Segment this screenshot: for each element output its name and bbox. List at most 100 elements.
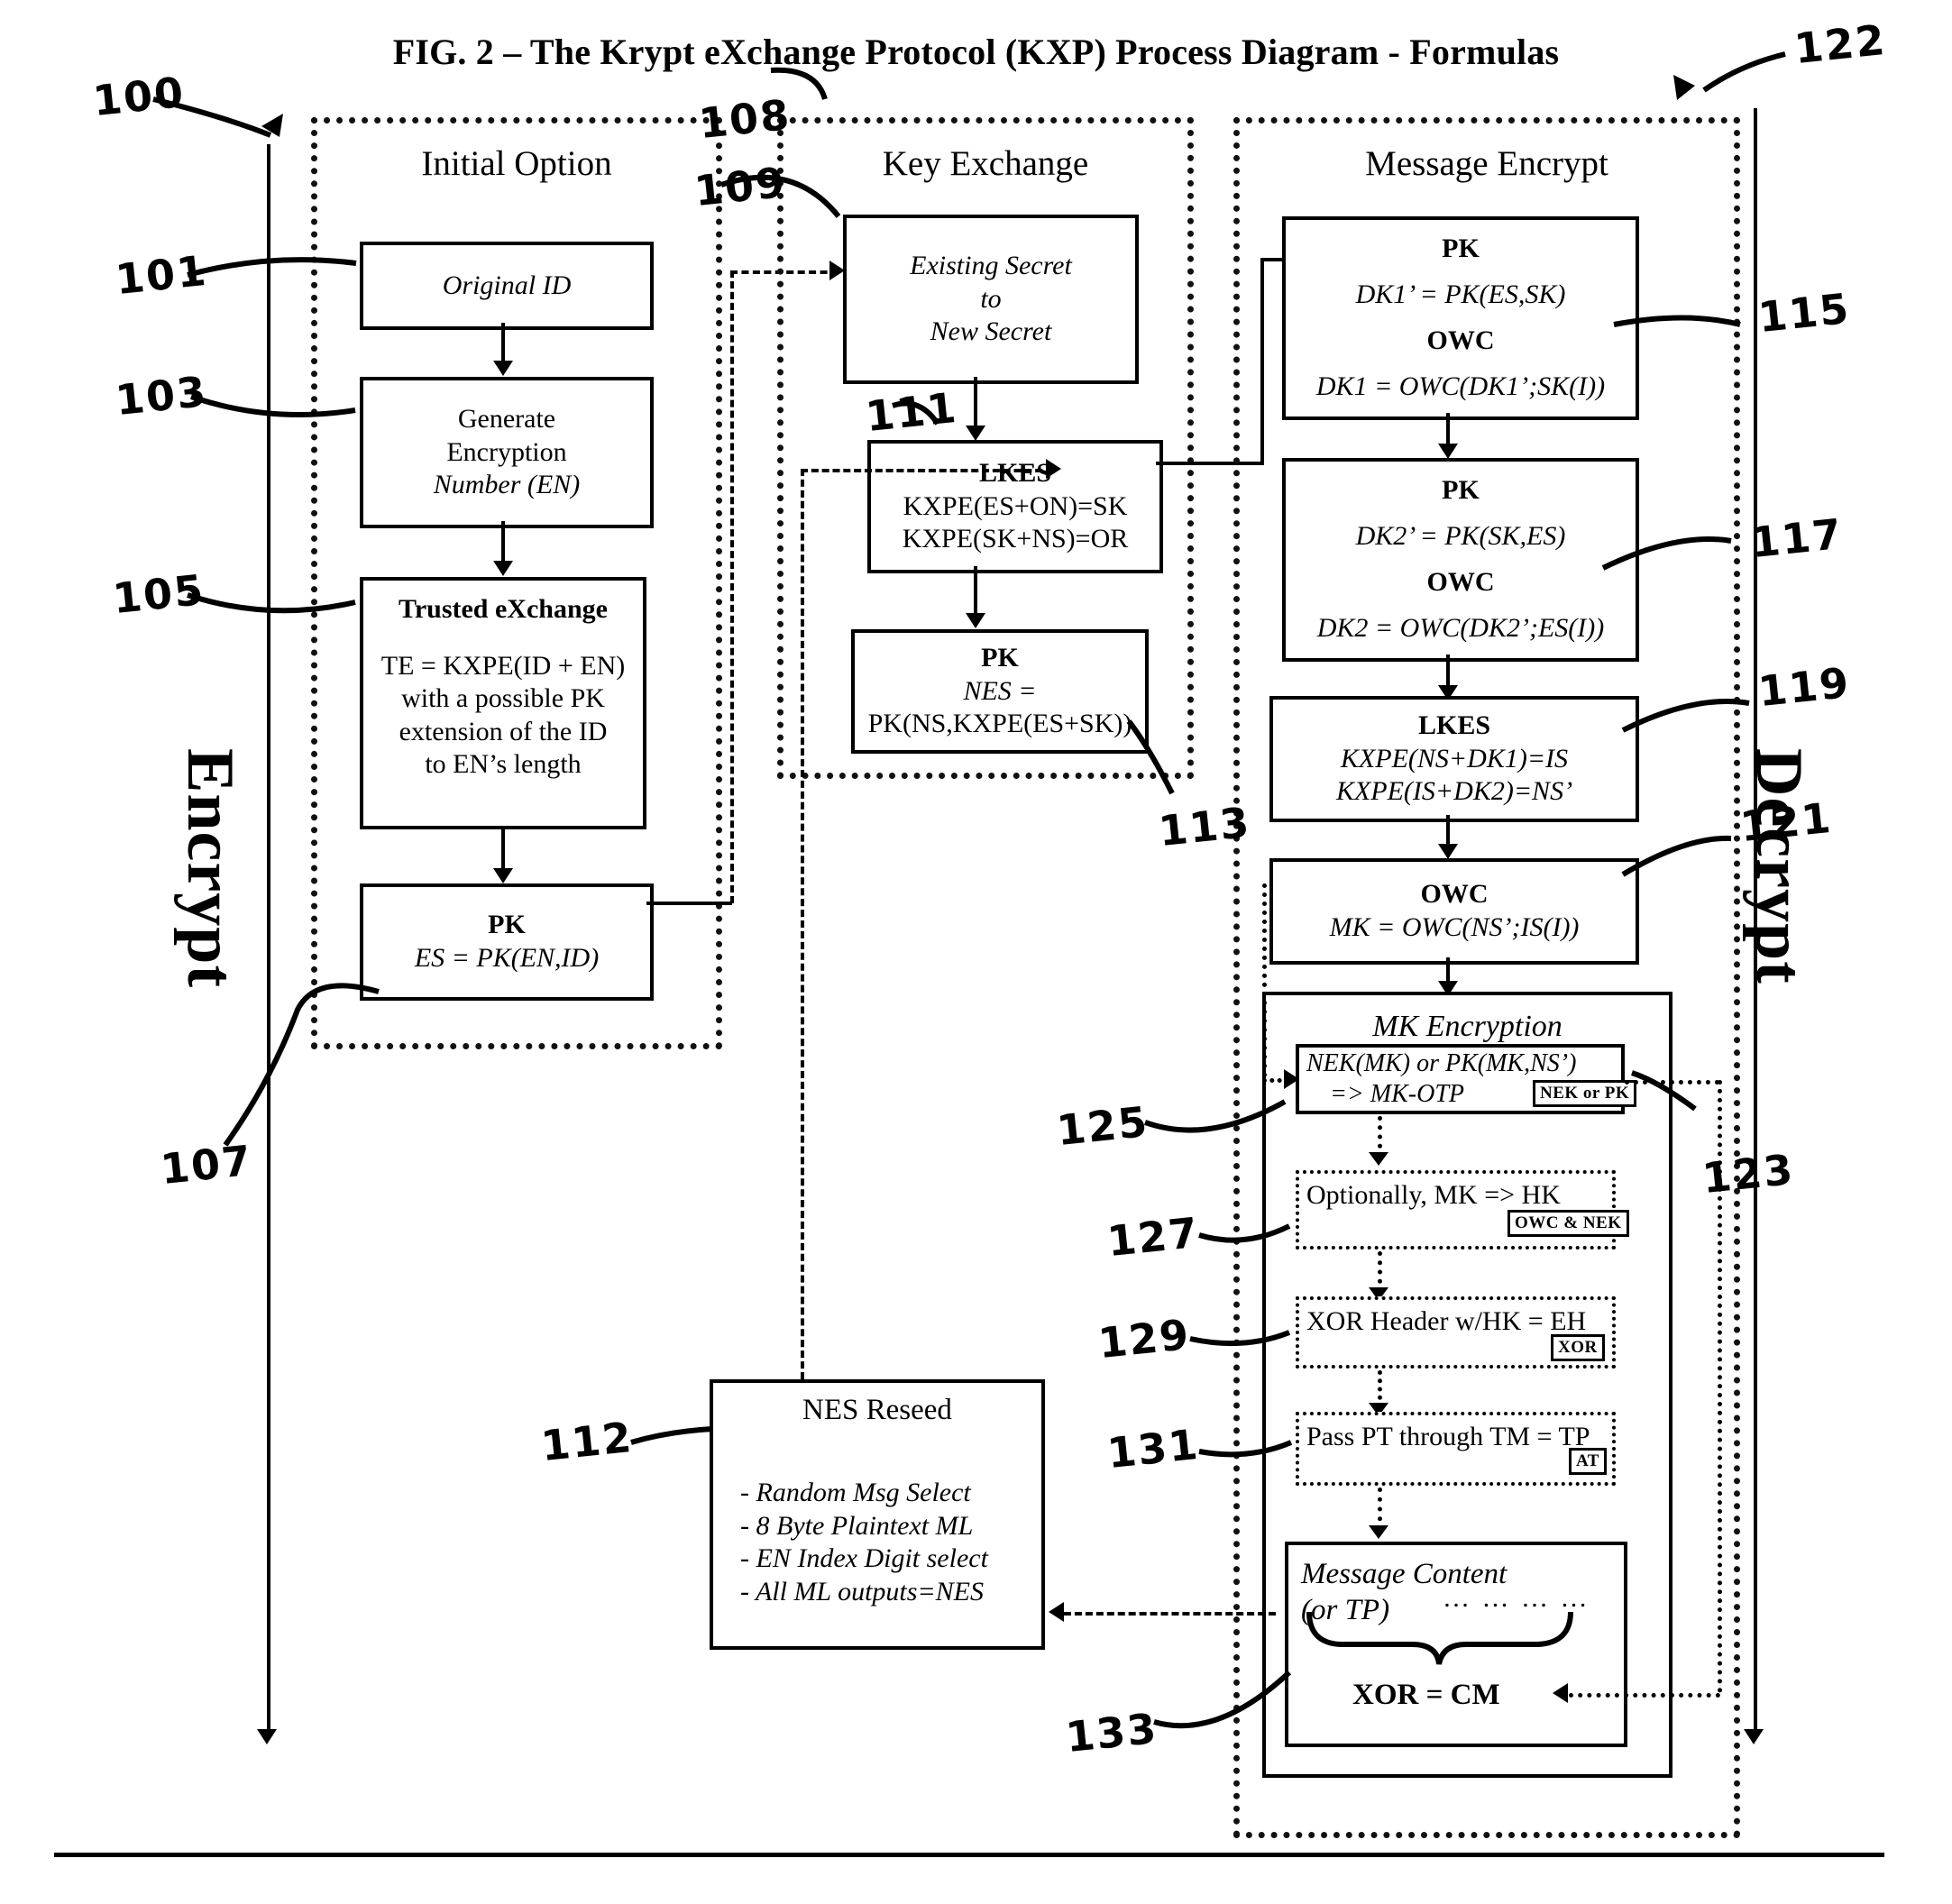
box-original-id-label: Original ID <box>442 270 572 300</box>
lkes-kx-title: LKES <box>978 458 1052 489</box>
xor-header-line1: XOR Header w/HK = EH <box>1306 1306 1587 1336</box>
message-content-line2: (or TP) <box>1301 1594 1390 1627</box>
box-pass-pt[interactable]: Pass PT through TM = TP <box>1296 1412 1616 1486</box>
ref-127: 127 <box>1104 1207 1202 1267</box>
ref-115: 115 <box>1755 283 1853 343</box>
box-pk-nes[interactable]: PK NES = PK(NS,KXPE(ES+SK)) <box>851 629 1149 754</box>
arrow-mkotp-to-mkhk <box>1369 1152 1388 1166</box>
trusted-exchange-line1: TE = KXPE(ID + EN) <box>380 650 626 681</box>
chip-at: AT <box>1569 1448 1607 1475</box>
arrow-nes-reseed-into-kx <box>1046 459 1061 479</box>
box-pk-owc-dk1[interactable]: PK DK1’ = PK(ES,SK) OWC DK1 = OWC(DK1’;S… <box>1282 216 1639 420</box>
pk-owc-1-formula2: DK1 = OWC(DK1’;SK(I)) <box>1315 371 1606 402</box>
existing-to-new-line2: to <box>980 283 1002 314</box>
mk-otp-line1: NEK(MK) or PK(MK,NS’) <box>1306 1048 1577 1077</box>
box-nes-reseed[interactable]: NES Reseed - Random Msg Select - 8 Byte … <box>710 1379 1045 1650</box>
decrypt-spine-line <box>1754 108 1757 1731</box>
ref-131: 131 <box>1104 1419 1202 1478</box>
ref-123: 123 <box>1700 1144 1797 1204</box>
dash-me-to-nesreseed <box>1064 1612 1276 1616</box>
pk-owc-1-formula1: DK1’ = PK(ES,SK) <box>1355 279 1566 310</box>
pk-owc-2-title1: PK <box>1442 475 1480 506</box>
box-message-content[interactable]: Message Content (or TP) <box>1285 1542 1627 1747</box>
message-content-dots: … … … … <box>1443 1583 1590 1613</box>
chip-nek-or-pk: NEK or PK <box>1533 1080 1637 1107</box>
generate-en-line2: Encryption <box>446 436 567 467</box>
ref-101: 101 <box>113 245 210 305</box>
box-pk-owc-dk2[interactable]: PK DK2’ = PK(SK,ES) OWC DK2 = OWC(DK2’;E… <box>1282 458 1639 662</box>
pk-es-title: PK <box>488 910 526 940</box>
box-original-id[interactable]: Original ID <box>360 242 654 330</box>
page-title: FIG. 2 – The Krypt eXchange Protocol (KX… <box>392 32 1560 72</box>
ref-121: 121 <box>1737 792 1835 852</box>
dash-nes-reseed-up <box>801 469 804 1379</box>
lkes-me-formula2: KXPE(IS+DK2)=NS’ <box>1335 776 1573 807</box>
lkes-kx-formula2: KXPE(SK+NS)=OR <box>902 524 1129 554</box>
group-initial-option-title: Initial Option <box>421 144 612 183</box>
conn-esns-to-lkes <box>974 377 977 431</box>
generate-en-line1: Generate <box>457 404 556 435</box>
arrow-originalid-to-generateen <box>493 361 513 376</box>
pass-pt-line1: Pass PT through TM = TP <box>1306 1422 1590 1451</box>
nes-reseed-bullet4: - All ML outputs=NES <box>740 1577 984 1607</box>
encrypt-side-label: Encrypt <box>173 748 247 988</box>
conn-generateen-to-te <box>501 521 505 566</box>
ref-122: 122 <box>1792 14 1889 74</box>
box-lkes-key-exchange[interactable]: LKES KXPE(ES+ON)=SK KXPE(SK+NS)=OR <box>867 440 1163 573</box>
ref-112: 112 <box>538 1412 636 1471</box>
nes-reseed-title: NES Reseed <box>802 1394 952 1426</box>
trusted-exchange-line3: extension of the ID <box>399 716 608 746</box>
arrow-lkesme-to-owcmk <box>1438 844 1458 859</box>
lkes-me-title: LKES <box>1417 710 1491 741</box>
dash-es-up <box>730 270 734 903</box>
decrypt-side-label: Decrypt <box>1742 748 1816 984</box>
ref-129: 129 <box>1095 1309 1193 1368</box>
leader-112 <box>630 1426 713 1445</box>
chip-xor: XOR <box>1551 1334 1605 1361</box>
arrow-return-into-xorcm <box>1553 1683 1568 1703</box>
arrow-esns-to-lkes <box>966 426 985 441</box>
arrow-dk1-to-dk2 <box>1438 444 1458 459</box>
arrow-generateen-to-te <box>493 561 513 576</box>
trusted-exchange-line2: with a possible PK <box>401 683 605 714</box>
lkes-kx-formula1: KXPE(ES+ON)=SK <box>903 490 1128 521</box>
pk-owc-2-title2: OWC <box>1426 567 1495 598</box>
decrypt-spine-arrow <box>1744 1729 1764 1744</box>
dot-return-top <box>1625 1080 1719 1085</box>
box-existing-secret-to-new-secret[interactable]: Existing Secret to New Secret <box>843 215 1139 384</box>
lkes-me-formula1: KXPE(NS+DK1)=IS <box>1340 743 1569 774</box>
leader-122-head <box>1673 75 1695 100</box>
ref-117: 117 <box>1748 508 1846 568</box>
group-key-exchange-title: Key Exchange <box>882 144 1089 183</box>
encrypt-spine-line <box>267 144 270 1731</box>
box-generate-encryption-number[interactable]: Generate Encryption Number (EN) <box>360 377 654 528</box>
mk-hk-line1: Optionally, <box>1306 1180 1427 1210</box>
conn-lkes-to-pknes <box>974 566 977 618</box>
ref-133: 133 <box>1063 1703 1160 1762</box>
arrow-lkes-to-pknes <box>966 613 985 628</box>
box-owc-mk[interactable]: OWC MK = OWC(NS’;IS(I)) <box>1269 858 1639 965</box>
pk-nes-line1: NES = <box>963 675 1037 706</box>
dot-left-rail-mkenc <box>1262 883 1267 1077</box>
leader-100-head <box>261 114 283 137</box>
ref-107: 107 <box>158 1135 255 1195</box>
ref-105: 105 <box>110 564 207 624</box>
xor-cm-label: XOR = CM <box>1352 1679 1500 1711</box>
conn-originalid-to-generateen <box>501 323 505 366</box>
arrow-left-rail-into-mkotp <box>1284 1069 1299 1089</box>
ref-113: 113 <box>1156 797 1253 856</box>
pk-owc-1-title1: PK <box>1442 233 1480 264</box>
box-lkes-message-encrypt[interactable]: LKES KXPE(NS+DK1)=IS KXPE(IS+DK2)=NS’ <box>1269 696 1639 822</box>
ref-119: 119 <box>1755 657 1853 717</box>
mk-otp-line2: => MK-OTP <box>1330 1080 1465 1108</box>
box-trusted-exchange[interactable]: Trusted eXchange TE = KXPE(ID + EN) with… <box>360 577 646 829</box>
nes-reseed-bullet2: - 8 Byte Plaintext ML <box>740 1510 974 1541</box>
bottom-rule <box>54 1853 1884 1857</box>
owc-mk-formula: MK = OWC(NS’;IS(I)) <box>1329 912 1580 942</box>
ref-108: 108 <box>696 89 793 149</box>
ref-103: 103 <box>113 366 210 426</box>
owc-mk-title: OWC <box>1420 879 1489 910</box>
trusted-exchange-title: Trusted eXchange <box>399 594 608 624</box>
dot-passpt-to-msgcontent <box>1378 1488 1382 1531</box>
box-pk-es[interactable]: PK ES = PK(EN,ID) <box>360 883 654 1001</box>
